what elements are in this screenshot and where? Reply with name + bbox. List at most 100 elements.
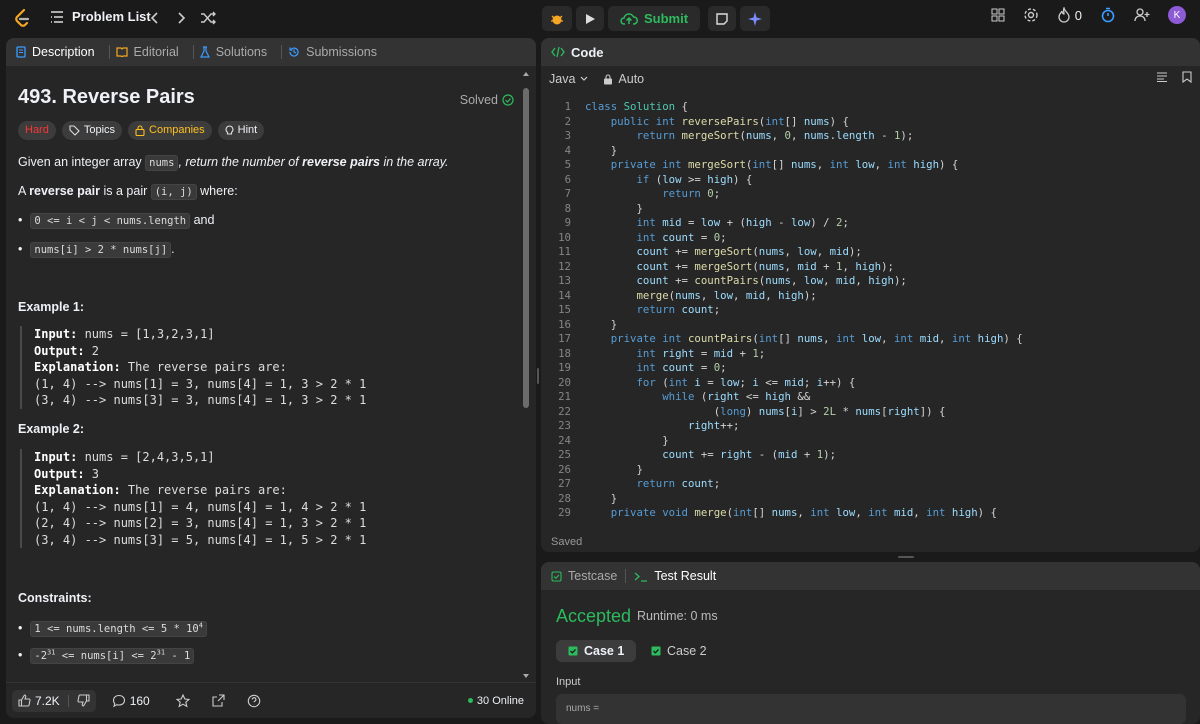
description-line-2: A reverse pair is a pair (i, j) where: [18, 182, 238, 200]
editor-toolbar: Java Auto [541, 66, 1200, 92]
auto-mode[interactable]: Auto [603, 72, 644, 86]
text: Explanation: [34, 360, 121, 374]
language-label: Java [549, 72, 576, 86]
star-icon[interactable] [175, 693, 190, 708]
flask-icon [199, 46, 210, 58]
run-button[interactable] [576, 6, 604, 31]
chevron-left-icon[interactable] [148, 9, 162, 27]
language-select[interactable]: Java [549, 72, 589, 86]
text: Output: [34, 343, 85, 358]
inline-code: 1 <= nums.length <= 5 * 104 [30, 621, 207, 637]
help-icon[interactable] [247, 694, 261, 708]
companies-chip[interactable]: Companies [128, 121, 212, 140]
code-line: merge(nums, low, mid, high); [636, 288, 817, 302]
like-count: 7.2K [35, 693, 60, 708]
topics-chip[interactable]: Topics [61, 121, 123, 140]
runtime-text: Runtime: 0 ms [637, 609, 718, 623]
submit-button[interactable]: Submit [608, 6, 701, 31]
chevron-right-icon[interactable] [174, 9, 188, 27]
shuffle-icon[interactable] [200, 9, 216, 27]
case-2-tab[interactable]: Case 2 [639, 640, 719, 662]
tab-divider [192, 45, 194, 59]
tab-solutions[interactable]: Solutions [199, 45, 267, 59]
text: A [18, 184, 30, 198]
line-number: 29 [558, 506, 571, 519]
thumbs-up-icon[interactable] [18, 694, 31, 707]
chevron-down-icon [579, 75, 589, 83]
fire-icon [1057, 7, 1071, 23]
code-title: Code [571, 44, 604, 60]
checkbox-icon [551, 570, 562, 582]
debug-button[interactable] [542, 6, 572, 31]
tab-submissions[interactable]: Submissions [288, 45, 377, 59]
add-user-icon[interactable] [1134, 7, 1150, 23]
thumbs-down-icon[interactable] [77, 694, 90, 707]
notes-button[interactable] [708, 6, 737, 31]
text: , return the number of [178, 155, 303, 169]
description-tabs: Description Editorial Solutions Submissi… [6, 38, 536, 66]
check-icon [568, 646, 578, 656]
text: Explanation: [34, 483, 121, 497]
avatar[interactable]: K [1168, 6, 1186, 24]
code-line: private int mergeSort(int[] nums, int lo… [610, 158, 959, 171]
tab-divider [625, 569, 627, 583]
tab-submissions-label: Submissions [306, 45, 378, 59]
example-2-block: Input: nums = [2,4,3,5,1] Output: 3 Explan… [20, 449, 366, 548]
saved-status: Saved [551, 536, 583, 548]
problem-list-label: Problem List [72, 9, 151, 24]
code-line: for (int i = low; i <= mid; i++) { [636, 375, 856, 389]
scroll-up-icon[interactable] [522, 70, 530, 78]
horizontal-resize-handle[interactable] [898, 556, 914, 558]
tab-description[interactable]: Description [16, 45, 95, 59]
comment-icon[interactable] [112, 694, 126, 708]
line-number: 3 [564, 129, 571, 142]
case-1-tab[interactable]: Case 1 [556, 640, 637, 662]
problem-list-button[interactable]: Problem List [50, 9, 151, 24]
tab-testcase-label: Testcase [568, 569, 618, 583]
code-line: while (right <= high && [662, 390, 811, 403]
topics-label: Topics [83, 123, 116, 136]
scroll-down-icon[interactable] [522, 672, 530, 680]
terminal-icon [634, 571, 648, 582]
constraint-2: • -231 <= nums[i] <= 231 - 1 [18, 648, 195, 664]
code-line: return 0; [662, 187, 721, 200]
cloud-upload-icon [620, 12, 638, 26]
scrollbar-thumb[interactable] [523, 88, 529, 408]
leetcode-logo-icon[interactable] [12, 8, 32, 28]
tab-test-result[interactable]: Test Result [634, 569, 716, 583]
tab-testcase[interactable]: Testcase [551, 569, 617, 583]
tab-editorial[interactable]: Editorial [115, 45, 179, 59]
text: 2 [84, 343, 100, 358]
check-icon [651, 646, 661, 656]
difficulty-badge[interactable]: Hard [18, 121, 56, 140]
line-number: 1 [564, 100, 571, 113]
bookmark-icon[interactable] [1182, 71, 1192, 83]
layout-icon[interactable] [991, 8, 1005, 22]
text: <= nums[i] <= 2 [55, 650, 157, 662]
problem-description: 493. Reverse Pairs Solved Hard Topics Co… [18, 83, 514, 314]
share-icon[interactable] [212, 694, 225, 707]
bullet-1: • 0 <= i < j < nums.length and [18, 213, 215, 229]
format-icon[interactable] [1156, 72, 1168, 82]
lock-icon [603, 73, 613, 85]
code-line: (long) nums[i] > 2L * nums[right]) { [713, 404, 946, 418]
hint-label: Hint [237, 123, 258, 136]
code-line: int count = 0; [636, 361, 727, 374]
text: 1 <= nums.length <= 5 * 10 [34, 623, 199, 635]
line-number: 10 [558, 230, 571, 244]
gear-icon[interactable] [1023, 7, 1039, 23]
description-scrollbar[interactable] [522, 70, 530, 680]
text: nums = [1,3,2,3,1] [77, 327, 215, 341]
text: The reverse pairs are: [120, 360, 287, 374]
text: nums = [2,4,3,5,1] [77, 450, 215, 464]
line-number: 12 [558, 259, 571, 273]
streak-counter[interactable]: 0 [1057, 7, 1082, 23]
hint-chip[interactable]: Hint [217, 121, 265, 140]
ai-button[interactable] [740, 6, 771, 31]
solved-label: Solved [459, 93, 498, 107]
text: (3, 4) --> nums[3] = 3, nums[4] = 1, 3 >… [34, 393, 367, 407]
line-number: 25 [558, 448, 571, 461]
timer-icon[interactable] [1100, 7, 1116, 23]
tag-chips: Hard Topics Companies Hint [18, 121, 265, 140]
vertical-resize-handle[interactable] [537, 368, 539, 384]
